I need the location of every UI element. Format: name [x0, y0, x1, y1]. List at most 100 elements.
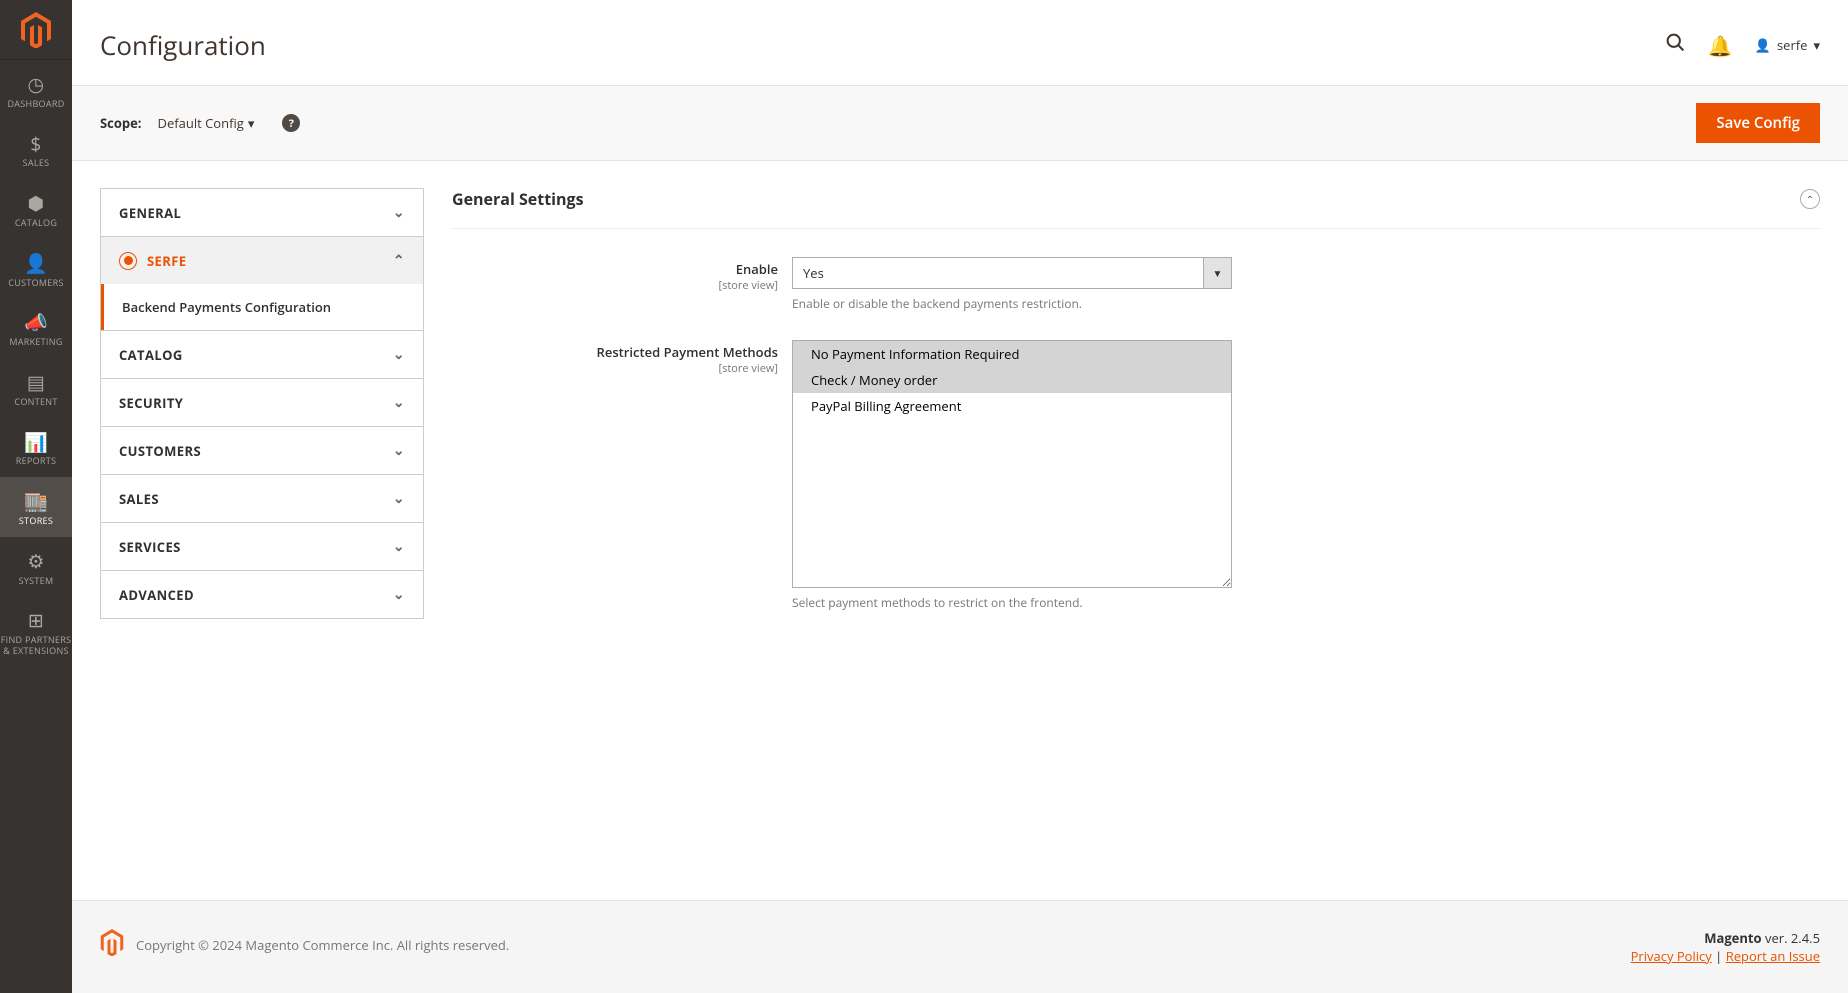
- enable-hint: Enable or disable the backend payments r…: [792, 295, 1232, 312]
- magento-logo[interactable]: [0, 0, 72, 60]
- tab-serfe-label: SERFE: [147, 252, 186, 270]
- chevron-down-icon: ▼: [1203, 258, 1231, 288]
- restricted-hint: Select payment methods to restrict on th…: [792, 594, 1232, 611]
- tab-catalog-label: CATALOG: [119, 346, 183, 364]
- user-name: serfe: [1777, 36, 1807, 54]
- nav-system[interactable]: ⚙ SYSTEM: [0, 537, 72, 597]
- main-content: Configuration 🔔 👤 serfe ▾ Scope: Default…: [72, 0, 1848, 993]
- bars-icon: 📊: [24, 431, 48, 454]
- chevron-down-icon: ⌄: [393, 585, 405, 604]
- nav-stores[interactable]: 🏬 STORES: [0, 477, 72, 537]
- gauge-icon: ◷: [28, 73, 45, 96]
- nav-find-partners-label: FIND PARTNERS & EXTENSIONS: [1, 635, 72, 657]
- admin-sidebar: ◷ DASHBOARD $ SALES ⬢ CATALOG 👤 CUSTOMER…: [0, 0, 72, 993]
- tab-customers-label: CUSTOMERS: [119, 442, 201, 460]
- chevron-down-icon: ⌄: [393, 441, 405, 460]
- settings-pane: General Settings ⌃ Enable [store view] Y…: [452, 188, 1820, 873]
- scope-value: Default Config: [158, 114, 244, 132]
- gear-icon: ⚙: [27, 550, 44, 573]
- magento-label: Magento: [1704, 929, 1761, 947]
- serfe-icon: [119, 252, 137, 270]
- copyright-text: Copyright © 2024 Magento Commerce Inc. A…: [136, 936, 509, 954]
- tab-customers[interactable]: CUSTOMERS ⌄: [101, 427, 423, 474]
- nav-reports-label: REPORTS: [16, 456, 57, 467]
- scope-select[interactable]: Default Config ▾: [158, 114, 255, 132]
- tab-advanced[interactable]: ADVANCED ⌄: [101, 571, 423, 618]
- user-menu[interactable]: 👤 serfe ▾: [1755, 36, 1820, 54]
- nav-system-label: SYSTEM: [19, 576, 54, 587]
- puzzle-icon: ⊞: [28, 609, 44, 632]
- nav-sales[interactable]: $ SALES: [0, 120, 72, 180]
- config-tabs: GENERAL ⌄ SERFE ⌃ Backend Payments Confi…: [100, 188, 424, 873]
- report-issue-link[interactable]: Report an Issue: [1726, 947, 1820, 965]
- restricted-methods-multiselect[interactable]: No Payment Information Required Check / …: [792, 340, 1232, 588]
- person-icon: 👤: [24, 252, 48, 275]
- layout-icon: ▤: [27, 371, 45, 394]
- nav-content-label: CONTENT: [14, 397, 57, 408]
- tab-catalog[interactable]: CATALOG ⌄: [101, 331, 423, 378]
- search-icon[interactable]: [1665, 32, 1686, 59]
- scope-label: Scope:: [100, 114, 142, 132]
- field-enable-scope: [store view]: [452, 278, 778, 293]
- nav-find-partners[interactable]: ⊞ FIND PARTNERS & EXTENSIONS: [0, 596, 72, 666]
- chevron-down-icon: ⌄: [393, 537, 405, 556]
- nav-dashboard-label: DASHBOARD: [7, 99, 64, 110]
- option-no-payment-info[interactable]: No Payment Information Required: [793, 341, 1231, 367]
- user-avatar-icon: 👤: [1755, 36, 1771, 54]
- field-restricted-label: Restricted Payment Methods: [452, 343, 778, 361]
- tab-security[interactable]: SECURITY ⌄: [101, 379, 423, 426]
- nav-catalog[interactable]: ⬢ CATALOG: [0, 179, 72, 239]
- chevron-up-icon: ⌃: [1806, 192, 1814, 206]
- chevron-down-icon: ▾: [248, 114, 255, 132]
- tab-services[interactable]: SERVICES ⌄: [101, 523, 423, 570]
- enable-select-value: Yes: [803, 264, 824, 282]
- field-restricted-scope: [store view]: [452, 361, 778, 376]
- version-text: ver. 2.4.5: [1762, 929, 1820, 947]
- option-paypal-billing[interactable]: PayPal Billing Agreement: [793, 393, 1231, 419]
- tab-advanced-label: ADVANCED: [119, 586, 194, 604]
- scope-help-icon[interactable]: ?: [282, 114, 300, 132]
- tab-sales-label: SALES: [119, 490, 159, 508]
- tab-services-label: SERVICES: [119, 538, 181, 556]
- tab-sales[interactable]: SALES ⌄: [101, 475, 423, 522]
- chevron-down-icon: ⌄: [393, 393, 405, 412]
- nav-stores-label: STORES: [19, 516, 53, 527]
- privacy-policy-link[interactable]: Privacy Policy: [1631, 947, 1712, 965]
- tab-serfe[interactable]: SERFE ⌃: [101, 237, 423, 284]
- footer-sep: |: [1712, 947, 1726, 965]
- chevron-down-icon: ⌄: [393, 489, 405, 508]
- magento-logo-icon: [100, 929, 124, 960]
- collapse-button[interactable]: ⌃: [1800, 189, 1820, 209]
- chevron-down-icon: ⌄: [393, 345, 405, 364]
- nav-reports[interactable]: 📊 REPORTS: [0, 418, 72, 478]
- notifications-icon[interactable]: 🔔: [1708, 32, 1733, 59]
- dollar-icon: $: [30, 133, 41, 156]
- nav-marketing-label: MARKETING: [9, 337, 62, 348]
- store-icon: 🏬: [24, 490, 48, 513]
- nav-catalog-label: CATALOG: [15, 218, 57, 229]
- section-title: General Settings: [452, 188, 584, 210]
- save-config-button[interactable]: Save Config: [1696, 103, 1820, 143]
- option-check-money-order[interactable]: Check / Money order: [793, 367, 1231, 393]
- nav-marketing[interactable]: 📣 MARKETING: [0, 298, 72, 358]
- nav-sales-label: SALES: [23, 158, 50, 169]
- subtab-backend-payments[interactable]: Backend Payments Configuration: [101, 284, 423, 330]
- page-title: Configuration: [100, 27, 266, 63]
- megaphone-icon: 📣: [24, 311, 48, 334]
- field-enable-label: Enable: [452, 260, 778, 278]
- box-icon: ⬢: [28, 192, 45, 215]
- nav-customers[interactable]: 👤 CUSTOMERS: [0, 239, 72, 299]
- chevron-up-icon: ⌃: [393, 251, 405, 270]
- chevron-down-icon: ▾: [1813, 36, 1820, 54]
- nav-content[interactable]: ▤ CONTENT: [0, 358, 72, 418]
- tab-general[interactable]: GENERAL ⌄: [101, 189, 423, 236]
- nav-dashboard[interactable]: ◷ DASHBOARD: [0, 60, 72, 120]
- field-enable: Enable [store view] Yes ▼ Enable or disa…: [452, 257, 1820, 312]
- page-footer: Copyright © 2024 Magento Commerce Inc. A…: [72, 900, 1848, 993]
- chevron-down-icon: ⌄: [393, 203, 405, 222]
- nav-customers-label: CUSTOMERS: [8, 278, 63, 289]
- tab-general-label: GENERAL: [119, 204, 181, 222]
- magento-logo-icon: [20, 12, 52, 48]
- enable-select[interactable]: Yes ▼: [792, 257, 1232, 289]
- field-restricted-methods: Restricted Payment Methods [store view] …: [452, 340, 1820, 611]
